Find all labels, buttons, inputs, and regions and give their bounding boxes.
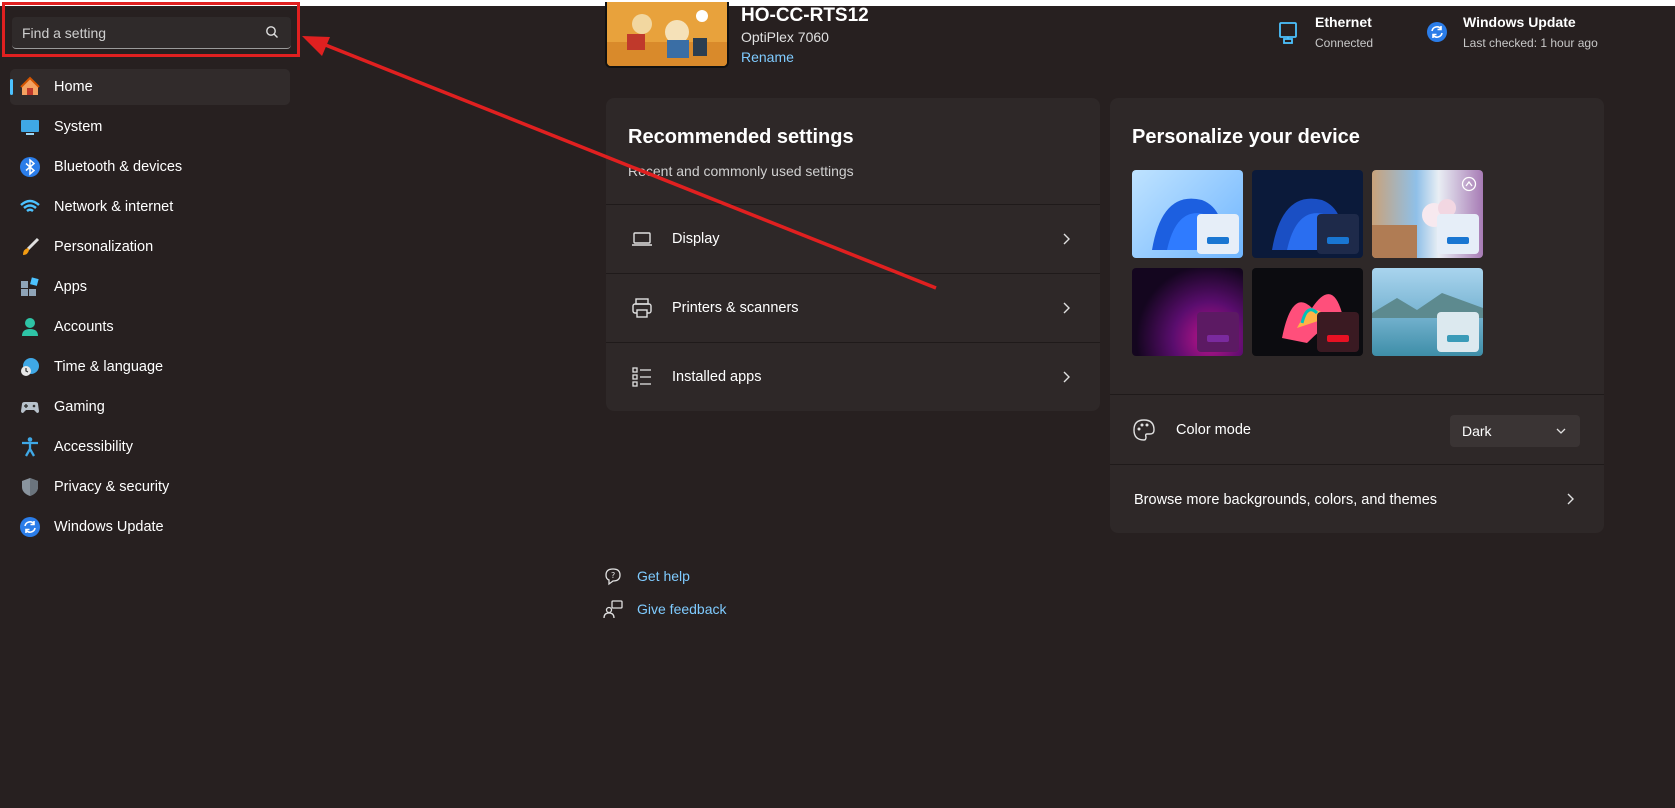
get-help-label: Get help xyxy=(637,568,690,584)
sidebar-item-time-language[interactable]: Time & language xyxy=(10,349,290,385)
home-icon xyxy=(20,76,40,95)
gamepad-icon xyxy=(21,402,39,413)
sidebar-item-label: Apps xyxy=(54,279,88,295)
row-label: Printers & scanners xyxy=(672,300,799,316)
ethernet-status[interactable]: Ethernet Connected xyxy=(1277,14,1373,50)
ethernet-icon xyxy=(1279,22,1297,44)
sidebar-item-windows-update[interactable]: Windows Update xyxy=(10,509,290,545)
theme-tile-5[interactable] xyxy=(1252,268,1363,356)
device-model: OptiPlex 7060 xyxy=(741,29,829,45)
color-mode-dropdown[interactable]: Dark xyxy=(1450,415,1580,447)
sidebar-item-apps[interactable]: Apps xyxy=(10,269,290,305)
sidebar-item-label: Time & language xyxy=(54,359,164,375)
wallpaper-thumbnail-image xyxy=(607,2,727,66)
recommended-row-installed-apps[interactable]: Installed apps xyxy=(606,342,1100,411)
apps-icon xyxy=(21,277,39,296)
sidebar-nav: Home System Bluetooth & devices Network … xyxy=(10,69,290,549)
give-feedback-label: Give feedback xyxy=(637,601,727,617)
get-help-link[interactable]: ? Get help xyxy=(603,565,727,587)
chevron-right-icon xyxy=(1063,233,1070,245)
palette-icon xyxy=(1133,419,1155,441)
sidebar-item-label: Windows Update xyxy=(54,519,164,535)
device-name: HO-CC-RTS12 xyxy=(741,5,869,26)
browse-themes-label: Browse more backgrounds, colors, and the… xyxy=(1134,492,1438,508)
theme-tile-2[interactable] xyxy=(1252,170,1363,258)
active-indicator xyxy=(10,79,13,95)
help-links: ? Get help Give feedback xyxy=(603,565,727,631)
refresh-icon xyxy=(1427,22,1447,42)
accessibility-icon xyxy=(22,437,38,457)
bluetooth-icon xyxy=(20,157,40,177)
ethernet-subtitle: Connected xyxy=(1315,36,1374,50)
personalize-title: Personalize your device xyxy=(1132,126,1360,148)
sidebar-item-bluetooth[interactable]: Bluetooth & devices xyxy=(10,149,290,185)
update-subtitle: Last checked: 1 hour ago xyxy=(1463,36,1598,50)
sidebar-item-gaming[interactable]: Gaming xyxy=(10,389,290,425)
recommended-row-printers[interactable]: Printers & scanners xyxy=(606,273,1100,342)
windows-update-status[interactable]: Windows Update Last checked: 1 hour ago xyxy=(1425,14,1598,50)
browse-themes-row[interactable]: Browse more backgrounds, colors, and the… xyxy=(1110,464,1604,533)
row-label: Display xyxy=(672,231,720,247)
shield-icon xyxy=(22,478,38,496)
brush-icon xyxy=(23,237,40,255)
monitor-icon xyxy=(21,120,39,135)
feedback-icon xyxy=(603,600,623,619)
sidebar-item-network[interactable]: Network & internet xyxy=(10,189,290,225)
sidebar-item-accessibility[interactable]: Accessibility xyxy=(10,429,290,465)
chevron-right-icon xyxy=(1063,371,1070,383)
laptop-icon xyxy=(632,232,652,246)
sidebar-item-label: Gaming xyxy=(54,399,105,415)
printer-icon xyxy=(632,298,652,318)
theme-tile-badge-icon xyxy=(1461,176,1477,192)
help-chat-icon: ? xyxy=(605,568,621,586)
device-thumbnail xyxy=(605,2,729,68)
sidebar-item-label: System xyxy=(54,119,103,135)
rename-link[interactable]: Rename xyxy=(741,49,794,65)
chevron-down-icon xyxy=(1556,428,1566,434)
sidebar-item-label: Bluetooth & devices xyxy=(54,159,183,175)
search-input[interactable] xyxy=(12,17,264,49)
chevron-right-icon xyxy=(1567,493,1574,505)
color-mode-value: Dark xyxy=(1462,423,1492,439)
ethernet-title: Ethernet xyxy=(1315,14,1372,30)
wifi-icon xyxy=(20,199,40,213)
theme-tile-1[interactable] xyxy=(1132,170,1243,258)
person-icon xyxy=(22,318,38,336)
chevron-right-icon xyxy=(1063,302,1070,314)
theme-tile-4[interactable] xyxy=(1132,268,1243,356)
globe-clock-icon xyxy=(21,358,39,376)
sidebar-item-personalization[interactable]: Personalization xyxy=(10,229,290,265)
sidebar-item-label: Home xyxy=(54,79,93,95)
sidebar-item-label: Network & internet xyxy=(54,199,174,215)
recommended-row-display[interactable]: Display xyxy=(606,204,1100,273)
search-icon[interactable] xyxy=(265,25,279,39)
sidebar-item-system[interactable]: System xyxy=(10,109,290,145)
personalize-card: Personalize your device Color mode Dark … xyxy=(1110,98,1604,533)
update-title: Windows Update xyxy=(1463,14,1576,30)
recommended-title: Recommended settings xyxy=(628,126,854,148)
sidebar-item-home[interactable]: Home xyxy=(10,69,290,105)
list-icon xyxy=(632,367,651,387)
give-feedback-link[interactable]: Give feedback xyxy=(603,598,727,620)
search-highlight-box xyxy=(2,2,300,57)
refresh-icon xyxy=(20,517,40,537)
sidebar-item-privacy[interactable]: Privacy & security xyxy=(10,469,290,505)
row-label: Installed apps xyxy=(672,369,762,385)
sidebar-item-label: Accounts xyxy=(54,319,114,335)
color-mode-row: Color mode Dark xyxy=(1110,394,1604,465)
sidebar-item-label: Personalization xyxy=(54,239,154,255)
recommended-settings-card: Recommended settings Recent and commonly… xyxy=(606,98,1100,411)
theme-tile-6[interactable] xyxy=(1372,268,1483,356)
sidebar-item-accounts[interactable]: Accounts xyxy=(10,309,290,345)
sidebar-item-label: Accessibility xyxy=(54,439,133,455)
svg-text:?: ? xyxy=(611,571,615,580)
theme-tile-3[interactable] xyxy=(1372,170,1483,258)
color-mode-label: Color mode xyxy=(1176,422,1251,438)
sidebar-item-label: Privacy & security xyxy=(54,479,170,495)
recommended-subtitle: Recent and commonly used settings xyxy=(628,163,854,179)
search-box[interactable] xyxy=(12,17,291,49)
